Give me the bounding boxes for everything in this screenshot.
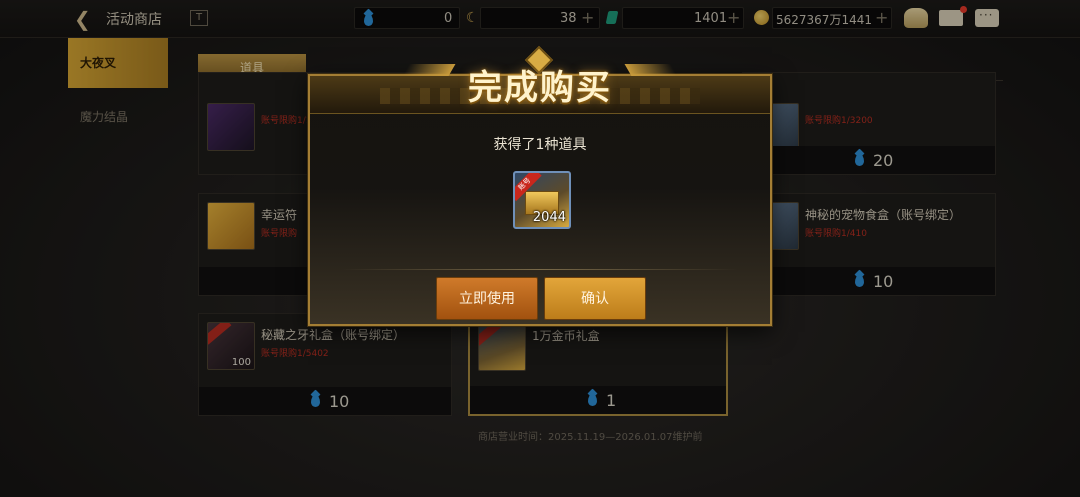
dialog-title: 完成购买 [468,68,612,108]
dialog-divider [342,269,738,270]
reward-item-slot[interactable]: 账号 2044 [513,171,571,229]
dialog-subtitle: 获得了1种道具 [493,137,587,153]
reward-count: 2044 [532,210,566,225]
confirm-button[interactable]: 确认 [544,277,646,320]
dialog-title-plate: 完成购买 [402,45,678,110]
purchase-complete-dialog: 获得了1种道具 账号 2044 立即使用 确认 [308,74,772,326]
shop-screen: ❮ 活动商店 T 0 ☾ 38 + 1401 + 5627367万1441 + … [0,0,1080,497]
use-now-button[interactable]: 立即使用 [436,277,538,320]
